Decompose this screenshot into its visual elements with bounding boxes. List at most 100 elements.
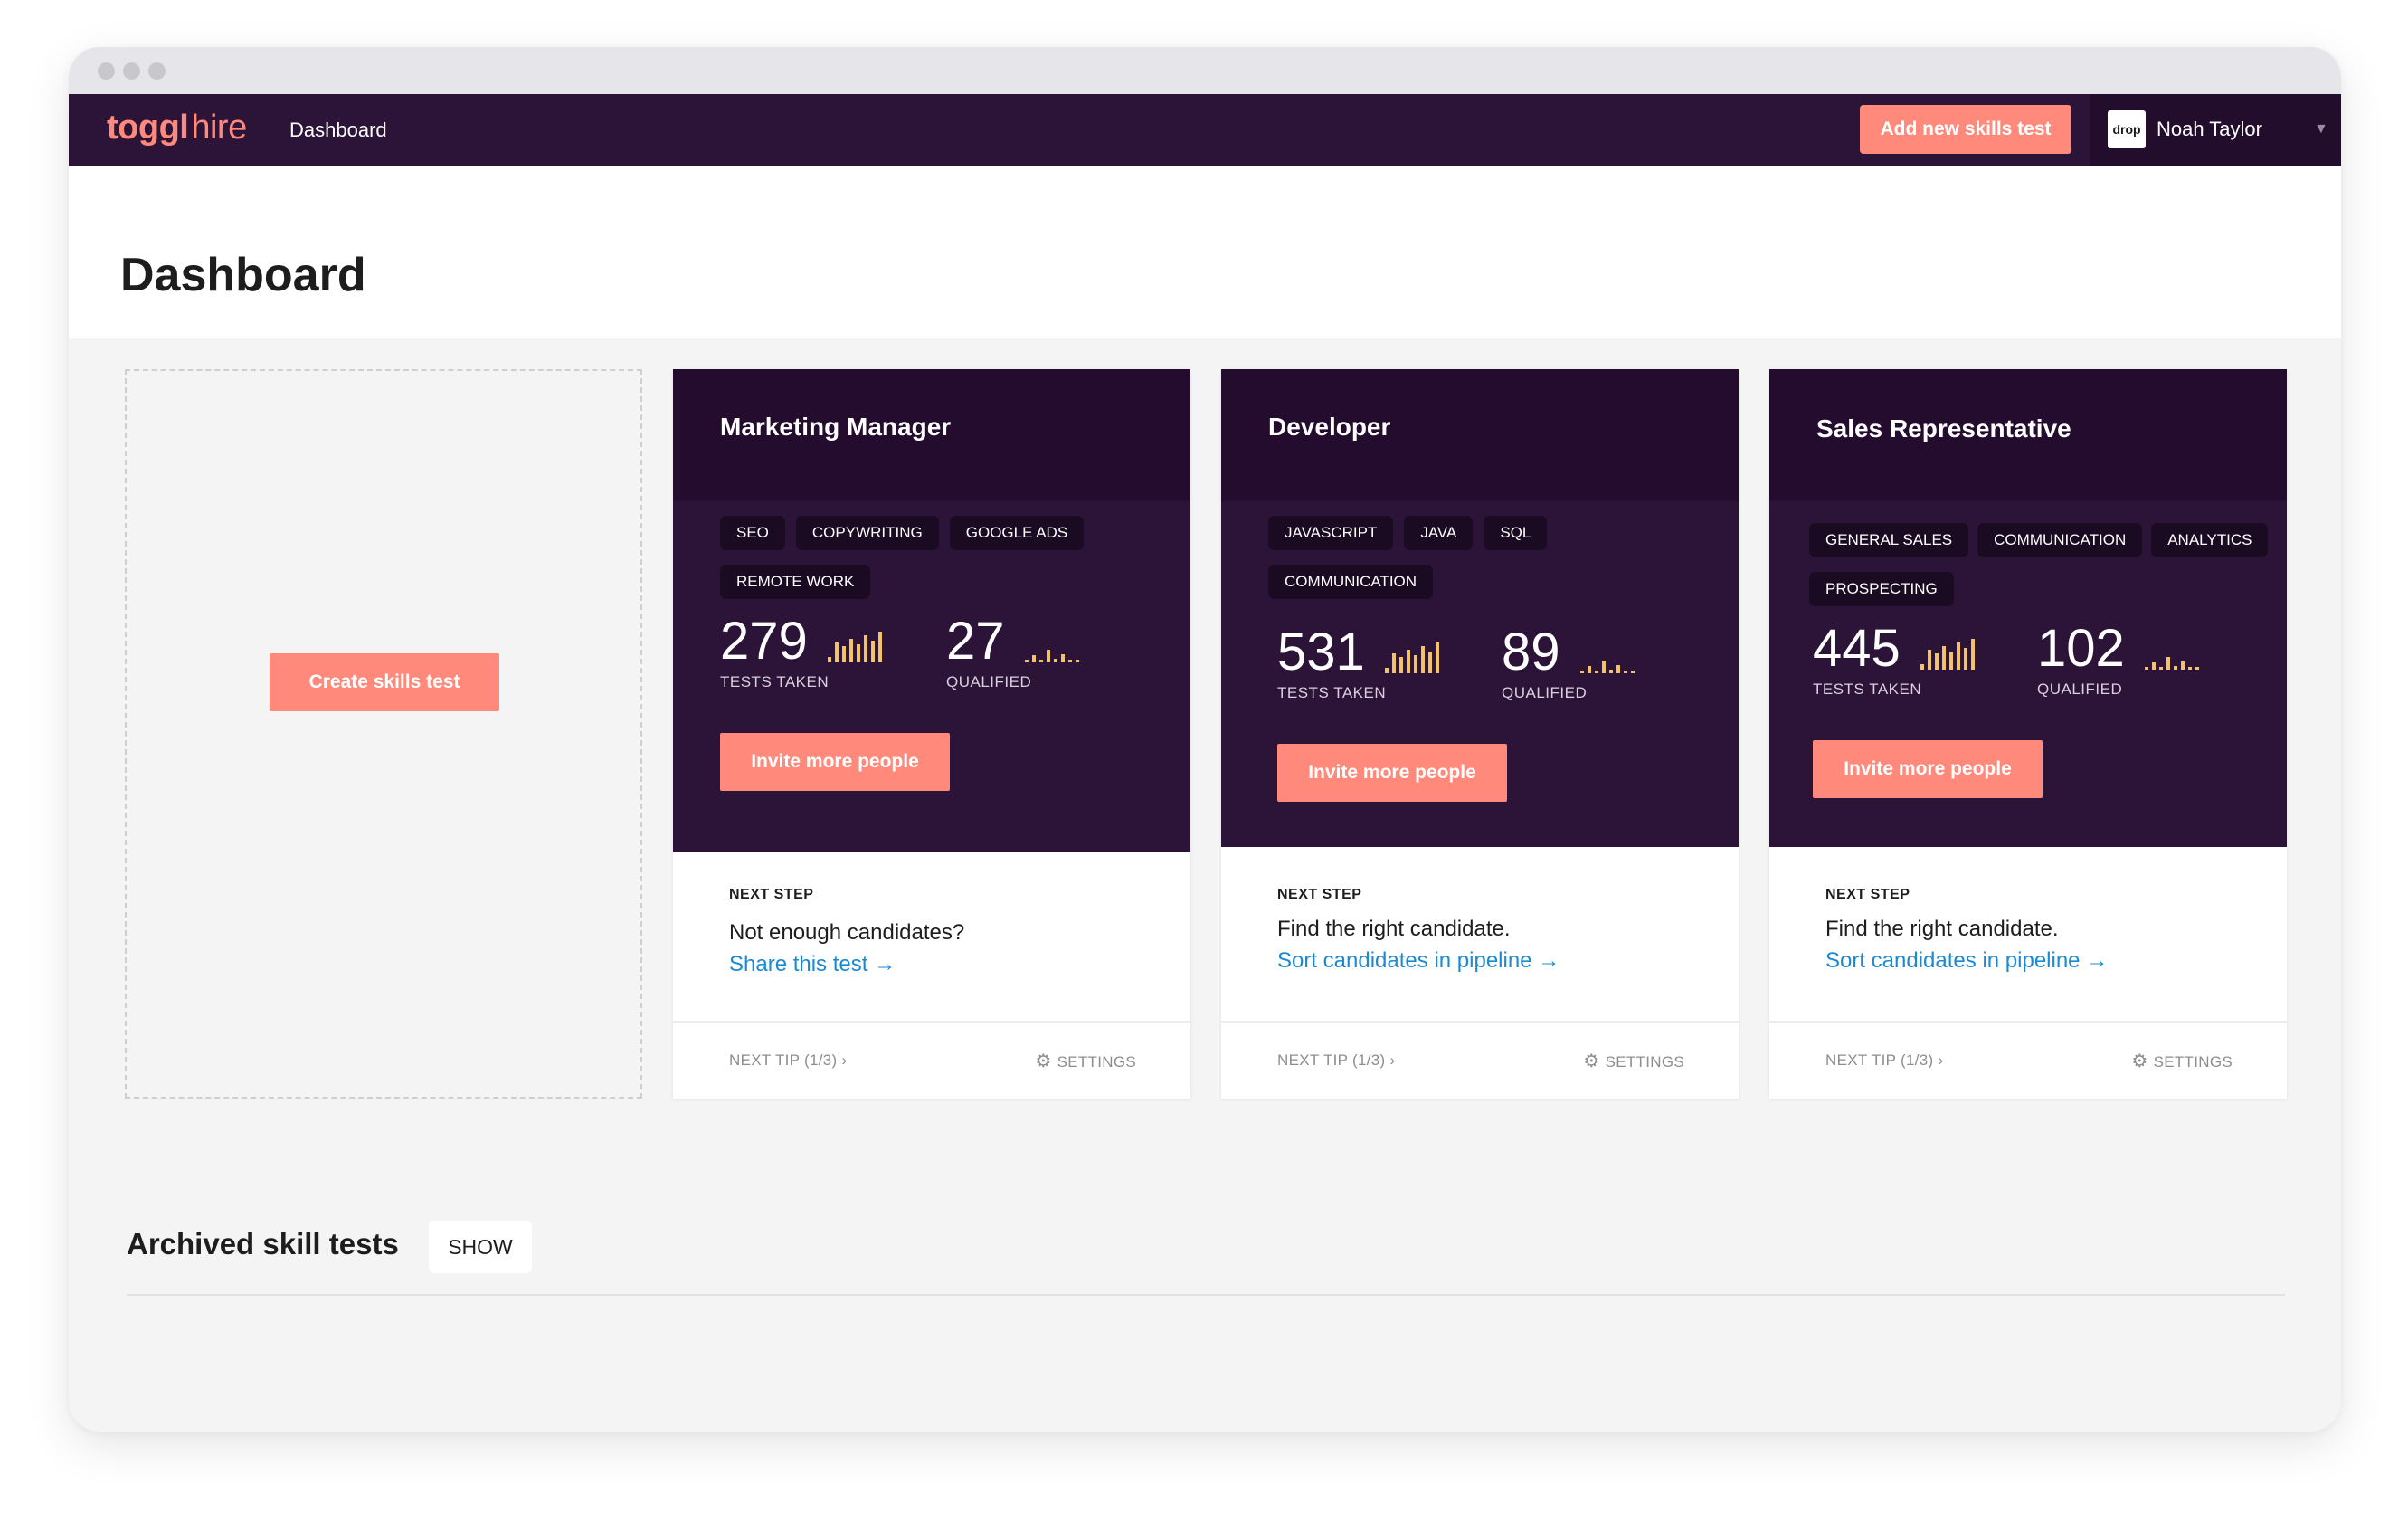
tag: PROSPECTING xyxy=(1809,572,1954,606)
page-title: Dashboard xyxy=(120,249,366,301)
next-tip-link[interactable]: NEXT TIP (1/3) › xyxy=(729,1051,847,1070)
bar-chart-icon xyxy=(1024,630,1083,662)
bar-chart-icon xyxy=(1920,637,1978,670)
bar-chart-icon xyxy=(827,630,886,662)
create-skills-test-placeholder: Create skills test xyxy=(125,369,642,1099)
qualified-count: 102 xyxy=(2037,619,2125,678)
tests-taken-label: TESTS TAKEN xyxy=(1813,680,1922,698)
settings-link[interactable]: ⚙ SETTINGS xyxy=(1583,1050,1684,1072)
invite-more-people-button[interactable]: Invite more people xyxy=(1277,744,1507,802)
qualified-count: 89 xyxy=(1502,623,1560,681)
avatar: drop xyxy=(2108,110,2146,148)
qualified-stat: 27 QUALIFIED xyxy=(946,615,1083,691)
next-step-label: NEXT STEP xyxy=(729,887,814,902)
gear-icon: ⚙ xyxy=(1035,1051,1052,1071)
tests-taken-label: TESTS TAKEN xyxy=(720,673,830,690)
tag: SQL xyxy=(1484,516,1548,550)
gear-icon: ⚙ xyxy=(2131,1051,2148,1071)
settings-link[interactable]: ⚙ SETTINGS xyxy=(1035,1050,1136,1072)
settings-label: SETTINGS xyxy=(2153,1053,2233,1070)
skill-test-card-sales-representative: Sales Representative GENERAL SALES COMMUN… xyxy=(1769,369,2287,1099)
card-footer: NEXT TIP (1/3) › ⚙ SETTINGS xyxy=(1769,1021,2287,1099)
sort-candidates-link[interactable]: Sort candidates in pipeline → xyxy=(1277,948,1560,974)
next-step-text: Find the right candidate. xyxy=(1277,917,1511,941)
page-header: Dashboard xyxy=(69,166,2341,338)
section-divider xyxy=(127,1294,2285,1296)
tests-taken-stat: 445 TESTS TAKEN xyxy=(1813,623,1978,699)
sort-candidates-link[interactable]: Sort candidates in pipeline → xyxy=(1825,948,2108,974)
share-this-test-link[interactable]: Share this test → xyxy=(729,952,896,977)
card-body: SEO COPYWRITING GOOGLE ADS REMOTE WORK 279 … xyxy=(673,501,1190,852)
bar-chart-icon xyxy=(1384,641,1443,673)
tag: ANALYTICS xyxy=(2151,523,2269,557)
tag: JAVA xyxy=(1404,516,1474,550)
window-chrome xyxy=(69,47,2341,94)
user-name: Noah Taylor xyxy=(2157,118,2262,140)
tests-taken-stat: 279 TESTS TAKEN xyxy=(720,615,886,691)
invite-more-people-button[interactable]: Invite more people xyxy=(1813,740,2043,798)
tests-taken-count: 445 xyxy=(1813,619,1901,678)
create-skills-test-button[interactable]: Create skills test xyxy=(270,653,499,711)
tests-taken-count: 279 xyxy=(720,612,808,671)
top-navbar: togglhire Dashboard Add new skills test … xyxy=(69,94,2341,166)
tag: COPYWRITING xyxy=(795,516,939,550)
archived-section-title: Archived skill tests xyxy=(127,1227,399,1260)
qualified-count: 27 xyxy=(946,612,1005,671)
settings-link[interactable]: ⚙ SETTINGS xyxy=(2131,1050,2233,1072)
bar-chart-icon xyxy=(2144,637,2203,670)
tests-taken-label: TESTS TAKEN xyxy=(1277,684,1387,701)
tag-list: JAVASCRIPT JAVA SQL COMMUNICATION xyxy=(1268,516,1721,614)
window-dot-close[interactable] xyxy=(98,62,115,80)
browser-window: togglhire Dashboard Add new skills test … xyxy=(69,47,2341,1432)
next-step-text: Not enough candidates? xyxy=(729,920,965,945)
tag-list: GENERAL SALES COMMUNICATION ANALYTICS PROSP… xyxy=(1809,523,2280,621)
card-footer: NEXT TIP (1/3) › ⚙ SETTINGS xyxy=(1221,1021,1739,1099)
bar-chart-icon xyxy=(1579,641,1638,673)
add-new-skills-test-button[interactable]: Add new skills test xyxy=(1860,105,2071,154)
settings-label: SETTINGS xyxy=(1057,1053,1136,1070)
settings-label: SETTINGS xyxy=(1605,1053,1684,1070)
card-title[interactable]: Marketing Manager xyxy=(720,413,951,442)
show-archived-button[interactable]: SHOW xyxy=(429,1221,532,1273)
logo-bold-text: toggl xyxy=(107,109,189,147)
tests-taken-stat: 531 TESTS TAKEN xyxy=(1277,626,1443,702)
skill-test-card-developer: Developer JAVASCRIPT JAVA SQL COMMUNICATION… xyxy=(1221,369,1739,1099)
next-tip-link[interactable]: NEXT TIP (1/3) › xyxy=(1825,1051,1943,1070)
tag-list: SEO COPYWRITING GOOGLE ADS REMOTE WORK xyxy=(720,516,1172,614)
tests-taken-count: 531 xyxy=(1277,623,1365,681)
card-footer: NEXT TIP (1/3) › ⚙ SETTINGS xyxy=(673,1021,1190,1099)
tag: SEO xyxy=(720,516,785,550)
skill-test-card-marketing-manager: Marketing Manager SEO COPYWRITING GOOGLE A… xyxy=(673,369,1190,1099)
qualified-stat: 89 QUALIFIED xyxy=(1502,626,1638,702)
qualified-stat: 102 QUALIFIED xyxy=(2037,623,2203,699)
tag: COMMUNICATION xyxy=(1977,523,2143,557)
card-body: GENERAL SALES COMMUNICATION ANALYTICS PROSP… xyxy=(1769,501,2287,847)
tag: GOOGLE ADS xyxy=(949,516,1085,550)
chevron-down-icon[interactable]: ▼ xyxy=(2314,121,2328,138)
card-header: Developer xyxy=(1221,369,1739,501)
logo-light-text: hire xyxy=(191,109,247,147)
tag: COMMUNICATION xyxy=(1268,565,1434,599)
nav-dashboard-link[interactable]: Dashboard xyxy=(289,119,387,142)
next-step-text: Find the right candidate. xyxy=(1825,917,2059,941)
card-header: Marketing Manager xyxy=(673,369,1190,501)
card-body: JAVASCRIPT JAVA SQL COMMUNICATION 531 TESTS… xyxy=(1221,501,1739,847)
qualified-label: QUALIFIED xyxy=(2037,680,2123,698)
toggl-hire-logo[interactable]: togglhire xyxy=(107,109,247,147)
gear-icon: ⚙ xyxy=(1583,1051,1600,1071)
user-menu[interactable]: drop Noah Taylor ▼ xyxy=(2090,94,2341,166)
card-header: Sales Representative xyxy=(1769,369,2287,501)
tag: GENERAL SALES xyxy=(1809,523,1969,557)
invite-more-people-button[interactable]: Invite more people xyxy=(720,733,950,791)
window-dot-minimize[interactable] xyxy=(123,62,140,80)
qualified-label: QUALIFIED xyxy=(946,673,1032,690)
next-tip-link[interactable]: NEXT TIP (1/3) › xyxy=(1277,1051,1395,1070)
tag: JAVASCRIPT xyxy=(1268,516,1394,550)
next-step-label: NEXT STEP xyxy=(1825,887,1910,902)
qualified-label: QUALIFIED xyxy=(1502,684,1588,701)
next-step-label: NEXT STEP xyxy=(1277,887,1362,902)
window-dot-maximize[interactable] xyxy=(148,62,166,80)
card-title[interactable]: Sales Representative xyxy=(1816,414,2071,443)
tag: REMOTE WORK xyxy=(720,565,871,599)
card-title[interactable]: Developer xyxy=(1268,413,1390,442)
